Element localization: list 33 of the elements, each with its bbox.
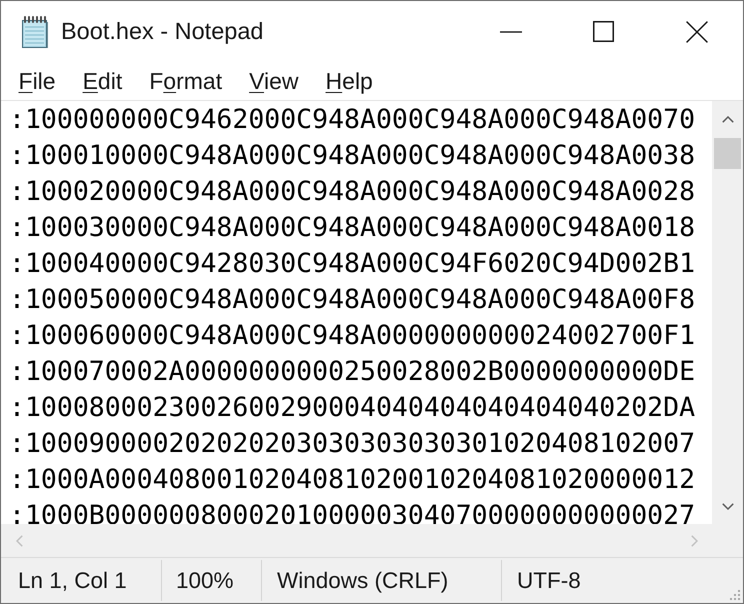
- maximize-icon: [593, 21, 614, 42]
- menu-item[interactable]: Edit: [69, 66, 136, 96]
- close-icon: [686, 20, 708, 42]
- chevron-up-icon: [722, 116, 734, 122]
- minimize-icon: [500, 30, 522, 32]
- text-line: :100010000C948A000C948A000C948A000C948A0038: [9, 139, 696, 173]
- text-line: :100020000C948A000C948A000C948A000C948A0028: [9, 175, 696, 209]
- text-line: :1000800023002600290004040404040404040202DA: [9, 391, 696, 425]
- menu-item[interactable]: Help: [312, 66, 386, 96]
- text-encoding: UTF-8: [517, 568, 581, 594]
- menu-item[interactable]: File: [5, 66, 70, 96]
- resize-grip-icon[interactable]: [729, 589, 741, 601]
- text-line: :100000000C9462000C948A000C948A000C948A0070: [9, 103, 696, 137]
- text-line: :100060000C948A000C948A000000000024002700F1: [9, 319, 696, 353]
- text-line: :1000B0000008000201000003040700000000000027: [9, 499, 696, 524]
- vertical-scrollbar[interactable]: [712, 101, 743, 524]
- text-line: :1000A0004080010204081020010204081020000012: [9, 463, 696, 497]
- text-line: :100050000C948A000C948A000C948A000C948A00F8: [9, 283, 696, 317]
- zoom-level: 100%: [176, 568, 234, 594]
- chevron-left-icon: [16, 534, 22, 546]
- line-ending-type: Windows (CRLF): [277, 568, 448, 594]
- chevron-right-icon: [690, 534, 698, 546]
- menu-item[interactable]: View: [236, 66, 312, 96]
- text-line: :100070002A0000000000250028002B0000000000DE: [9, 355, 696, 389]
- cursor-position: Ln 1, Col 1: [18, 568, 127, 594]
- window-title: Boot.hex - Notepad: [61, 18, 264, 45]
- menu-item[interactable]: Format: [136, 66, 236, 96]
- text-line: :100030000C948A000C948A000C948A000C948A0018: [9, 211, 696, 245]
- chevron-down-icon: [722, 502, 734, 510]
- notepad-icon: [20, 16, 50, 48]
- scrollbar-thumb[interactable]: [714, 138, 741, 169]
- text-line: :100090000202020203030303030301020408102007: [9, 427, 696, 461]
- text-line: :100040000C9428030C948A000C94F6020C94D002B1: [9, 247, 696, 281]
